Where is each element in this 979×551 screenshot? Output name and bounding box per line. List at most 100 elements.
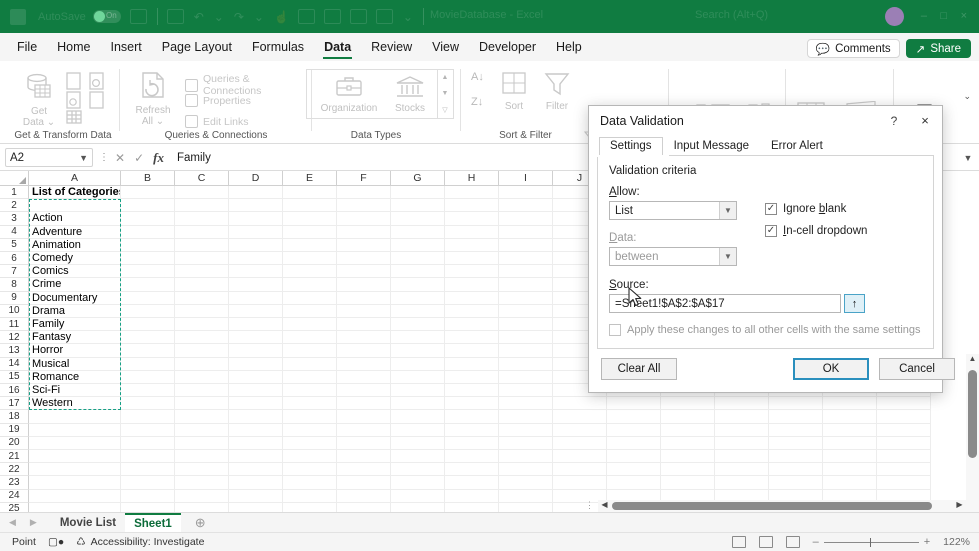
cell-A16[interactable]: Sci-Fi [29, 384, 121, 398]
cell-K21[interactable] [607, 450, 661, 464]
ribbon-tab-insert[interactable]: Insert [101, 34, 152, 60]
cell-D9[interactable] [229, 291, 283, 305]
cell-I9[interactable] [499, 291, 553, 305]
cell-N19[interactable] [769, 423, 823, 437]
cell-I24[interactable] [499, 489, 553, 503]
cell-G7[interactable] [391, 265, 445, 279]
cell-K17[interactable] [607, 397, 661, 411]
cell-A1[interactable]: List of Categories [29, 186, 121, 200]
cell-C3[interactable] [175, 212, 229, 226]
refresh-all-button[interactable]: Refresh All ⌄ [127, 71, 179, 128]
cell-L23[interactable] [661, 476, 715, 490]
cell-D8[interactable] [229, 278, 283, 292]
name-box-chevron-down-icon[interactable]: ▼ [79, 153, 88, 163]
cell-F1[interactable] [337, 186, 391, 200]
cell-K20[interactable] [607, 436, 661, 450]
cell-L17[interactable] [661, 397, 715, 411]
cell-F7[interactable] [337, 265, 391, 279]
cell-C7[interactable] [175, 265, 229, 279]
avatar[interactable] [885, 7, 904, 26]
cell-F6[interactable] [337, 252, 391, 266]
cell-A18[interactable] [29, 410, 121, 424]
cell-E2[interactable] [283, 199, 337, 213]
cell-N22[interactable] [769, 463, 823, 477]
cell-C21[interactable] [175, 450, 229, 464]
cell-B24[interactable] [121, 489, 175, 503]
quick-access-more-icon[interactable]: ⌄ [403, 10, 413, 24]
properties-button[interactable]: Properties [185, 94, 251, 107]
ribbon-collapse-icon[interactable]: ⌄ [963, 91, 971, 102]
row-header-9[interactable]: 9 [0, 291, 29, 305]
sort-ascending-button[interactable]: A↓ [471, 71, 484, 83]
cell-G5[interactable] [391, 238, 445, 252]
ribbon-tab-page-layout[interactable]: Page Layout [152, 34, 242, 60]
data-select[interactable]: between ▼ [609, 247, 737, 266]
cell-M18[interactable] [715, 410, 769, 424]
cell-A2[interactable] [29, 199, 121, 213]
cell-F15[interactable] [337, 370, 391, 384]
zoom-knob[interactable] [869, 537, 872, 547]
search-input[interactable]: Search (Alt+Q) [695, 9, 768, 21]
cell-E10[interactable] [283, 304, 337, 318]
cell-G17[interactable] [391, 397, 445, 411]
cell-I13[interactable] [499, 344, 553, 358]
cell-M17[interactable] [715, 397, 769, 411]
cell-D12[interactable] [229, 331, 283, 345]
ribbon-tab-review[interactable]: Review [361, 34, 422, 60]
cell-F16[interactable] [337, 384, 391, 398]
cell-J22[interactable] [553, 463, 607, 477]
cell-B21[interactable] [121, 450, 175, 464]
cell-I4[interactable] [499, 225, 553, 239]
ribbon-tab-view[interactable]: View [422, 34, 469, 60]
cell-A4[interactable]: Adventure [29, 225, 121, 239]
cell-C16[interactable] [175, 384, 229, 398]
cell-A8[interactable]: Crime [29, 278, 121, 292]
cell-C24[interactable] [175, 489, 229, 503]
column-header-F[interactable]: F [337, 171, 391, 186]
allow-select[interactable]: List ▼ [609, 201, 737, 220]
normal-view-button[interactable] [731, 536, 746, 548]
cell-N18[interactable] [769, 410, 823, 424]
cell-B13[interactable] [121, 344, 175, 358]
autosave-file-icon[interactable] [166, 9, 184, 24]
cell-D10[interactable] [229, 304, 283, 318]
cell-E19[interactable] [283, 423, 337, 437]
column-header-D[interactable]: D [229, 171, 283, 186]
cell-G10[interactable] [391, 304, 445, 318]
dialog-help-button[interactable]: ? [880, 114, 908, 128]
cell-I2[interactable] [499, 199, 553, 213]
cell-B23[interactable] [121, 476, 175, 490]
cell-H7[interactable] [445, 265, 499, 279]
row-header-23[interactable]: 23 [0, 476, 29, 490]
cell-B5[interactable] [121, 238, 175, 252]
cell-E24[interactable] [283, 489, 337, 503]
dialog-close-button[interactable]: × [908, 113, 942, 128]
cell-H13[interactable] [445, 344, 499, 358]
row-header-4[interactable]: 4 [0, 225, 29, 239]
apply-all-checkbox[interactable] [609, 324, 621, 336]
cell-H20[interactable] [445, 436, 499, 450]
cell-A9[interactable]: Documentary [29, 291, 121, 305]
cell-F12[interactable] [337, 331, 391, 345]
zoom-slider[interactable]: – + [813, 536, 931, 548]
undo-dropdown-icon[interactable]: ⌄ [214, 10, 224, 24]
save-icon[interactable] [129, 9, 147, 24]
row-header-20[interactable]: 20 [0, 436, 29, 450]
cell-B18[interactable] [121, 410, 175, 424]
cell-B8[interactable] [121, 278, 175, 292]
cell-F4[interactable] [337, 225, 391, 239]
cell-D25[interactable] [229, 502, 283, 512]
cell-N23[interactable] [769, 476, 823, 490]
cell-E9[interactable] [283, 291, 337, 305]
cell-G14[interactable] [391, 357, 445, 371]
cell-F2[interactable] [337, 199, 391, 213]
cell-D14[interactable] [229, 357, 283, 371]
minimize-button[interactable]: – [921, 10, 927, 22]
cell-E13[interactable] [283, 344, 337, 358]
cell-F3[interactable] [337, 212, 391, 226]
cell-I1[interactable] [499, 186, 553, 200]
cell-H3[interactable] [445, 212, 499, 226]
cell-E1[interactable] [283, 186, 337, 200]
cell-K19[interactable] [607, 423, 661, 437]
column-header-B[interactable]: B [121, 171, 175, 186]
